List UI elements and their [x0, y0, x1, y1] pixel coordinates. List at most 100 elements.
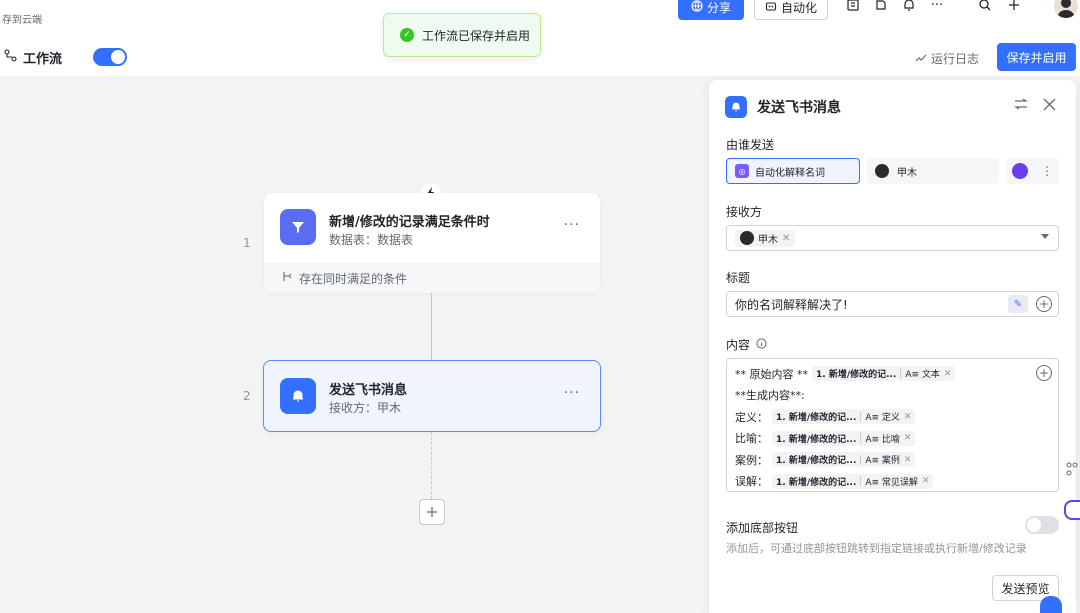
divider	[860, 454, 862, 465]
swap-icon[interactable]	[1014, 98, 1028, 114]
action-config-panel: 发送飞书消息 由谁发送 ◎ 自动化解释名词 甲木 ⋮ 接收方 甲木 ✕ 标题 你…	[709, 80, 1076, 613]
ref-source: 1. 新增/修改的记...	[776, 413, 857, 424]
remove-icon[interactable]: ✕	[782, 233, 790, 244]
node-subtitle: 接收方：甲木	[329, 401, 402, 415]
ref-field: A≡ 常见误解	[865, 477, 918, 488]
ref-source: 1. 新增/修改的记...	[776, 434, 857, 445]
filter-icon	[280, 209, 316, 245]
ref-source: 1. 新增/修改的记...	[816, 370, 897, 381]
content-row: ** 原始内容 ** 1. 新增/修改的记... A≡ 文本 ✕	[735, 363, 1050, 385]
export-icon[interactable]	[872, 0, 890, 14]
automation-button[interactable]: 自动化	[754, 0, 828, 20]
ref-source: 1. 新增/修改的记...	[776, 477, 857, 488]
remove-icon[interactable]: ✕	[904, 412, 912, 422]
panel-header: 发送飞书消息	[725, 96, 841, 118]
more-icon[interactable]: ···	[928, 0, 946, 14]
avatar	[875, 164, 889, 178]
content-prefix: ** 原始内容 **	[735, 367, 808, 381]
workflow-icon	[4, 49, 17, 66]
connector-line-dashed	[431, 432, 432, 499]
step-number: 1	[243, 236, 251, 250]
workflow-title: 工作流	[4, 48, 62, 67]
assistant-float-icon[interactable]	[1064, 500, 1080, 520]
share-button[interactable]: 分享	[678, 0, 744, 20]
insert-field-icon[interactable]: +	[1036, 365, 1052, 381]
field-reference-chip[interactable]: 1. 新增/修改的记... A≡ 文本 ✕	[812, 366, 956, 382]
divider	[860, 476, 862, 487]
title-input[interactable]: 你的名词解释解决了! ✎ +	[726, 291, 1059, 317]
ref-field: A≡ 文本	[905, 370, 940, 381]
sender-option-label: 自动化解释名词	[755, 167, 825, 179]
robot-icon	[765, 0, 777, 15]
field-reference-chip[interactable]: 1. 新增/修改的记... A≡ 比喻 ✕	[772, 430, 916, 446]
content-row: **生成内容**:	[735, 385, 1050, 407]
save-and-enable-button[interactable]: 保存并启用	[997, 43, 1076, 71]
content-prefix: **生成内容**:	[735, 389, 805, 403]
field-reference-chip[interactable]: 1. 新增/修改的记... A≡ 常见误解 ✕	[772, 473, 934, 489]
workflow-enable-toggle[interactable]	[93, 48, 127, 66]
node-title: 新增/修改的记录满足条件时	[329, 215, 490, 230]
receiver-label: 接收方	[726, 205, 763, 219]
ref-source: 1. 新增/修改的记...	[776, 456, 857, 467]
field-reference-chip[interactable]: 1. 新增/修改的记... A≡ 定义 ✕	[772, 409, 916, 425]
field-reference-chip[interactable]: 1. 新增/修改的记... A≡ 案例 ✕	[772, 452, 916, 468]
receiver-chip: 甲木 ✕	[735, 229, 796, 247]
receiver-select[interactable]: 甲木 ✕	[726, 225, 1059, 251]
workflow-toolbar: 工作流 运行日志 保存并启用	[0, 36, 1080, 76]
remove-icon[interactable]: ✕	[944, 369, 952, 379]
content-prefix: 定义：	[735, 410, 768, 424]
content-prefix: 案例：	[735, 453, 768, 467]
close-icon[interactable]	[1043, 96, 1056, 115]
sender-option-user[interactable]: 甲木	[867, 158, 999, 184]
content-row: 案例： 1. 新增/修改的记... A≡ 案例 ✕	[735, 449, 1050, 471]
side-tool-icon[interactable]	[1066, 462, 1078, 479]
plus-icon[interactable]	[1005, 0, 1023, 14]
share-label: 分享	[706, 0, 731, 15]
info-icon[interactable]	[756, 337, 767, 352]
insert-field-icon[interactable]: +	[1036, 296, 1052, 312]
chevron-down-icon[interactable]	[1041, 234, 1049, 239]
content-row: 误解： 1. 新增/修改的记... A≡ 常见误解 ✕	[735, 471, 1050, 493]
content-label: 内容	[726, 338, 751, 352]
divider	[860, 433, 862, 444]
sender-option-more[interactable]: ⋮	[1006, 158, 1059, 184]
panel-title: 发送飞书消息	[757, 100, 841, 116]
node-more-button[interactable]: ···	[564, 385, 580, 401]
bot-icon: ◎	[735, 164, 749, 178]
trigger-node[interactable]: 新增/修改的记录满足条件时 数据表：数据表 ··· 存在同时满足的条件	[264, 193, 600, 293]
bell-icon	[725, 96, 747, 118]
node-more-button[interactable]: ···	[564, 217, 580, 233]
user-avatar[interactable]	[1054, 0, 1078, 18]
search-icon[interactable]	[976, 0, 994, 14]
ref-field: A≡ 案例	[865, 456, 900, 467]
condition-label: 存在同时满足的条件	[299, 271, 408, 286]
divider	[900, 368, 902, 379]
content-editor[interactable]: + ** 原始内容 ** 1. 新增/修改的记... A≡ 文本 ✕ **生成内…	[726, 358, 1059, 492]
run-log-label: 运行日志	[931, 52, 980, 66]
workflow-label: 工作流	[23, 52, 63, 67]
template-icon[interactable]	[844, 0, 862, 14]
bottom-button-toggle[interactable]	[1025, 516, 1059, 534]
node-title: 发送飞书消息	[329, 383, 408, 398]
node-condition[interactable]: 存在同时满足的条件	[264, 263, 600, 293]
more-vertical-icon[interactable]: ⋮	[1041, 164, 1053, 178]
remove-icon[interactable]: ✕	[922, 476, 930, 486]
bell-icon[interactable]	[900, 0, 918, 14]
receiver-name: 甲木	[758, 234, 778, 246]
action-node[interactable]: 发送飞书消息 接收方：甲木 ···	[263, 360, 601, 432]
bottom-button-description: 添加后，可通过底部按钮跳转到指定链接或执行新增/修改记录	[726, 542, 1027, 555]
run-log-link[interactable]: 运行日志	[915, 50, 979, 67]
ref-field: A≡ 比喻	[865, 434, 900, 445]
content-label-row: 内容	[726, 336, 767, 353]
ai-write-icon[interactable]: ✎	[1008, 295, 1028, 313]
remove-icon[interactable]: ✕	[904, 433, 912, 443]
remove-icon[interactable]: ✕	[904, 455, 912, 465]
help-float-icon[interactable]	[1040, 596, 1062, 613]
sender-option-bot[interactable]: ◎ 自动化解释名词	[726, 158, 860, 184]
title-value: 你的名词解释解决了!	[735, 297, 848, 312]
save-status: 存到云端	[2, 15, 42, 26]
add-step-button[interactable]	[419, 499, 445, 525]
content-row: 比喻： 1. 新增/修改的记... A≡ 比喻 ✕	[735, 428, 1050, 450]
connector-line	[431, 293, 432, 360]
title-label: 标题	[726, 271, 751, 285]
